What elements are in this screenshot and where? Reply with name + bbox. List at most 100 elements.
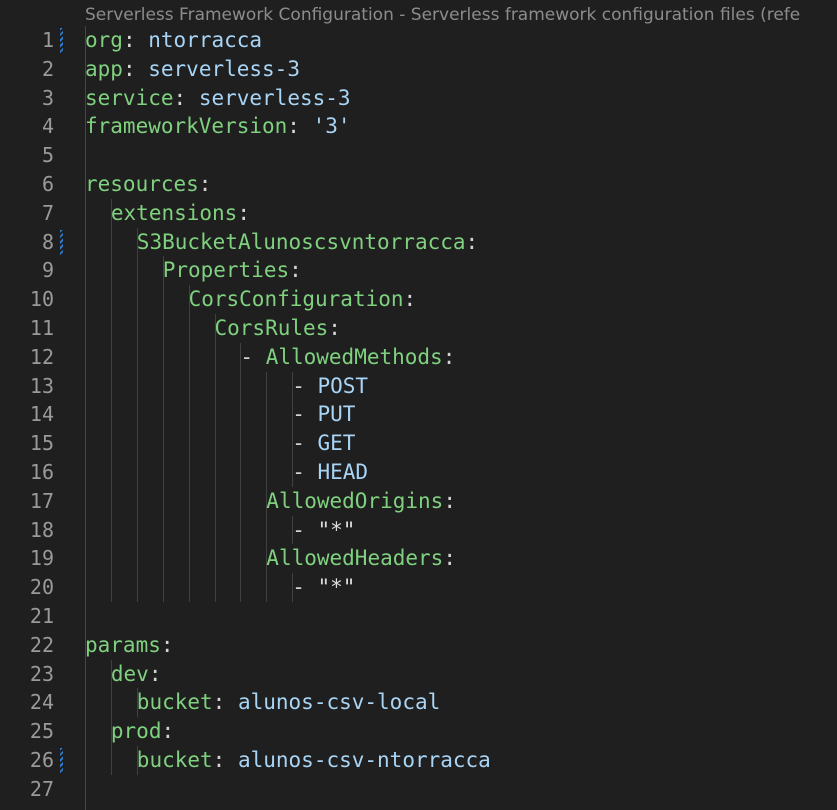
yaml-value: "*" (317, 517, 356, 542)
line-content: params: (85, 631, 174, 660)
colon: : (443, 488, 456, 513)
code-line[interactable]: 12 - AllowedMethods: (0, 342, 837, 372)
code-line[interactable]: 14 - PUT (0, 400, 837, 430)
indent-guide (266, 457, 268, 487)
line-number: 14 (29, 402, 54, 427)
code-line[interactable]: 25 prod: (0, 717, 837, 746)
line-content: dev: (111, 660, 162, 689)
colon: : (148, 661, 162, 686)
modified-line-marker[interactable] (60, 229, 63, 255)
yaml-value: serverless-3 (198, 85, 351, 110)
indent-guide (110, 313, 112, 343)
indent-guide (162, 515, 164, 545)
indent-guide (214, 400, 216, 430)
line-content: - AllowedMethods: (240, 343, 455, 372)
line-content: AllowedOrigins: (266, 487, 456, 516)
list-dash: - (292, 459, 318, 484)
indent-guide (162, 285, 164, 314)
yaml-key: prod (110, 719, 162, 744)
code-line[interactable]: 22 params: (0, 631, 837, 660)
indent-guide (240, 371, 242, 401)
code-line[interactable]: 27 (0, 775, 837, 804)
line-number: 25 (29, 719, 54, 744)
line-content: CorsRules: (215, 314, 341, 343)
code-line[interactable]: 23 dev: (0, 659, 837, 689)
indent-guide (188, 313, 190, 343)
indent-guide (214, 486, 216, 516)
yaml-key: Properties (162, 258, 290, 283)
indent-guide (110, 688, 112, 718)
code-editor[interactable]: Serverless Framework Configuration - Ser… (0, 0, 837, 810)
code-line[interactable]: 26 bucket: alunos-csv-ntorracca (0, 745, 837, 775)
modified-line-marker[interactable] (60, 28, 63, 53)
code-line[interactable]: 3 service: serverless-3 (0, 84, 837, 113)
colon: : (237, 200, 250, 225)
indent-guide (136, 429, 138, 458)
modified-line-marker[interactable] (60, 747, 63, 773)
indent-guide (214, 573, 216, 602)
code-line[interactable]: 8 S3BucketAlunoscsvntorracca: (0, 227, 837, 257)
indent-guide (136, 342, 138, 372)
code-line[interactable]: 2 app: serverless-3 (0, 55, 837, 84)
indent-guide (188, 342, 190, 372)
colon: : (328, 315, 341, 340)
colon: : (212, 747, 226, 772)
yaml-key: service (85, 85, 174, 110)
code-line[interactable]: 5 (0, 141, 837, 170)
indent-guide (162, 457, 164, 487)
colon: : (122, 56, 136, 81)
line-number: 5 (41, 143, 54, 168)
yaml-value: GET (317, 431, 356, 456)
code-line[interactable]: 11 CorsRules: (0, 313, 837, 343)
colon: : (443, 546, 456, 571)
code-line[interactable]: 4 frameworkVersion: '3' (0, 112, 837, 141)
code-line[interactable]: 6 resources: (0, 170, 837, 199)
code-line[interactable]: 16 - HEAD (0, 457, 837, 487)
yaml-value: HEAD (317, 459, 369, 484)
yaml-value: POST (317, 373, 369, 398)
indent-guide (214, 342, 216, 372)
indent-guide (188, 400, 190, 430)
yaml-value: "*" (317, 575, 356, 600)
code-line[interactable]: 7 extensions: (0, 198, 837, 228)
indent-guide (136, 313, 138, 343)
yaml-key: AllowedOrigins (266, 488, 444, 513)
indent-guide (266, 400, 268, 430)
indent-guide (214, 515, 216, 545)
code-line[interactable]: 18 - "*" (0, 515, 837, 545)
line-number: 23 (29, 661, 54, 686)
line-number: 20 (29, 575, 54, 600)
indent-guide (110, 400, 112, 430)
code-line[interactable]: 13 - POST (0, 371, 837, 401)
code-line[interactable]: 20 - "*" (0, 573, 837, 602)
line-content: resources: (85, 170, 211, 199)
code-line[interactable]: 10 CorsConfiguration: (0, 285, 837, 314)
colon: : (442, 344, 456, 369)
code-line[interactable]: 1 org: ntorracca (0, 26, 837, 55)
line-number: 27 (29, 776, 54, 801)
code-line[interactable]: 15 - GET (0, 429, 837, 458)
indent-guide (162, 342, 164, 372)
code-line[interactable]: 17 AllowedOrigins: (0, 486, 837, 516)
line-number: 10 (29, 287, 54, 312)
indent-guide (136, 256, 138, 286)
code-line[interactable]: 21 (0, 602, 837, 631)
indent-guide (188, 457, 190, 487)
indent-guide (136, 400, 138, 430)
line-number: 21 (29, 603, 54, 628)
indent-guide (188, 429, 190, 458)
line-content: - "*" (292, 573, 355, 602)
list-dash: - (292, 517, 318, 542)
colon: : (212, 690, 226, 715)
list-dash: - (240, 344, 266, 369)
code-lines[interactable]: 1 org: ntorracca 2 app: serverless-3 3 servic… (0, 26, 837, 804)
colon: : (289, 258, 302, 283)
code-line[interactable]: 19 AllowedHeaders: (0, 544, 837, 574)
line-number: 12 (29, 344, 54, 369)
yaml-key: S3BucketAlunoscsvntorracca (136, 229, 466, 254)
indent-guide (110, 429, 112, 458)
list-dash: - (292, 431, 318, 456)
line-content: - HEAD (292, 458, 368, 487)
code-line[interactable]: 24 bucket: alunos-csv-local (0, 688, 837, 718)
code-line[interactable]: 9 Properties: (0, 256, 837, 286)
